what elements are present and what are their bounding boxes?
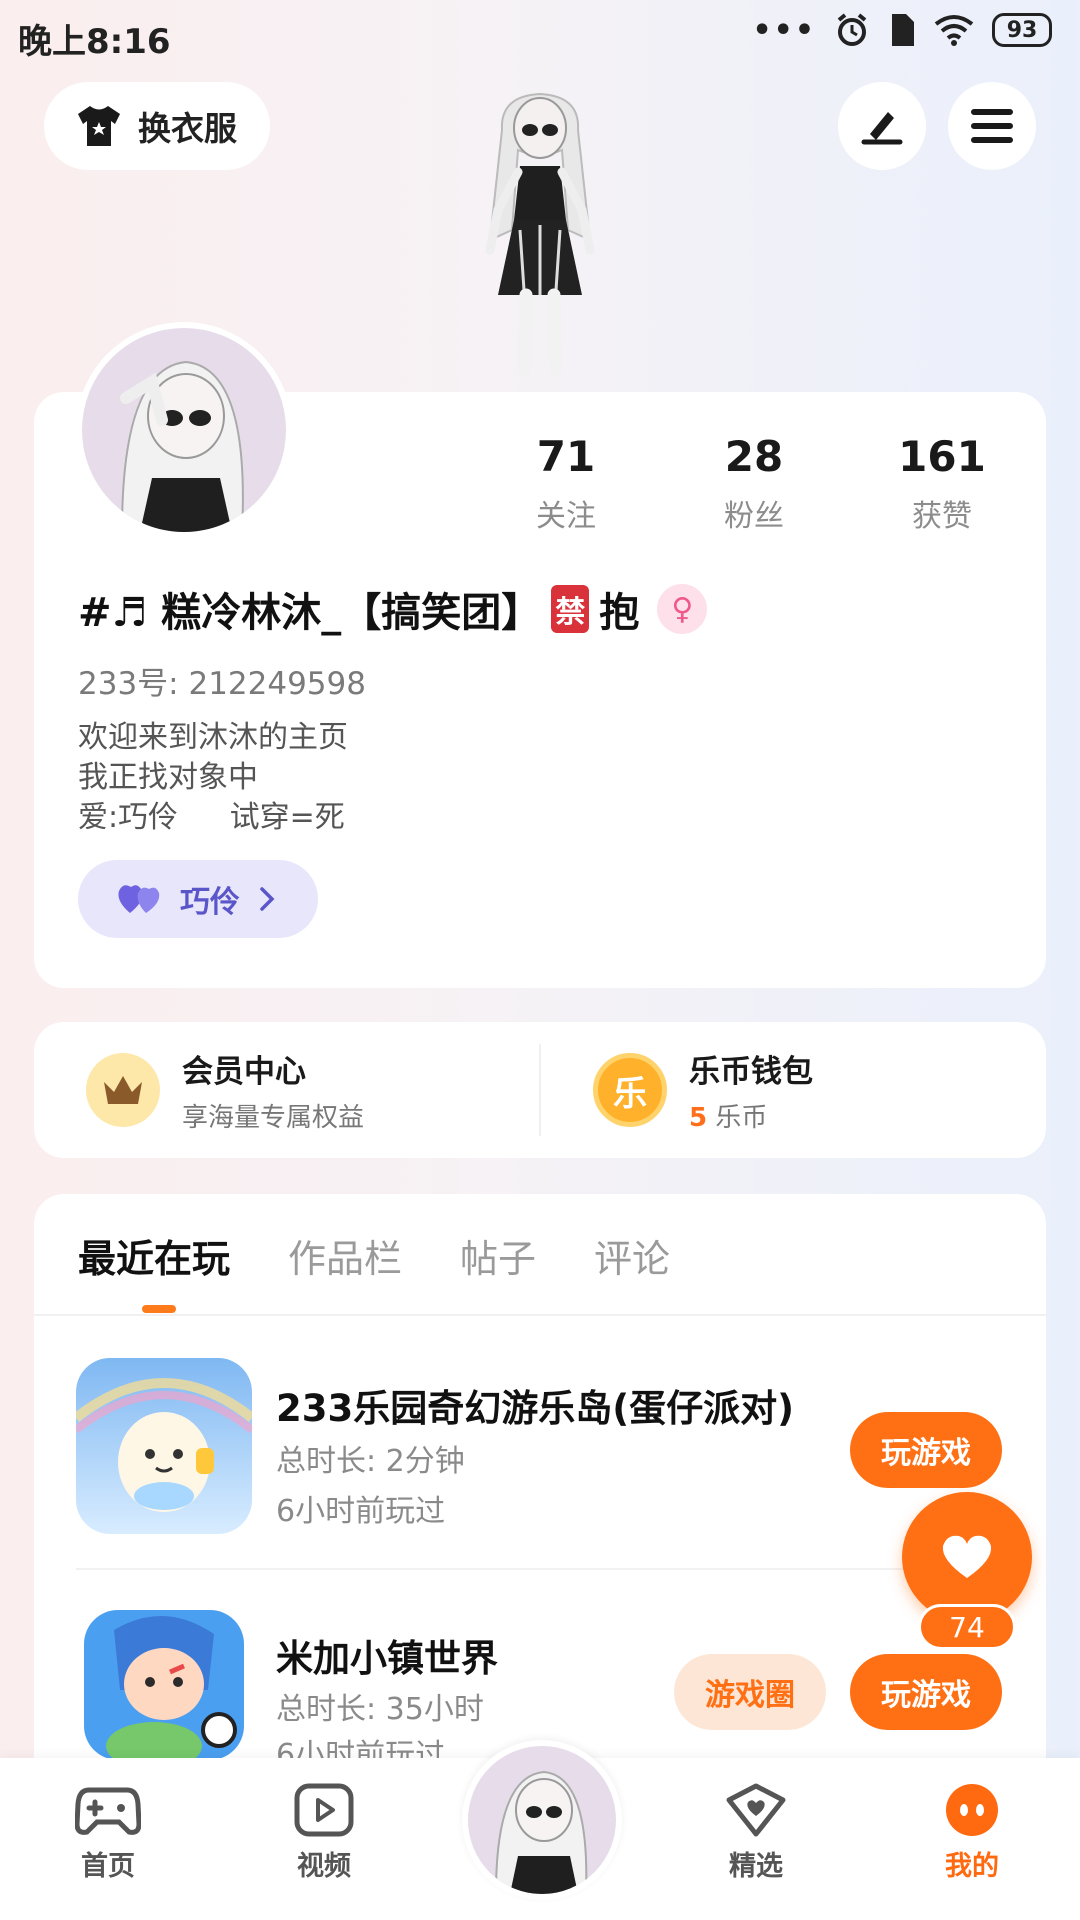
game-title[interactable]: 233乐园奇幻游乐岛(蛋仔派对)	[276, 1378, 794, 1432]
game-duration: 总时长: 35小时	[276, 1692, 484, 1727]
game-last-played: 6小时前玩过	[276, 1494, 446, 1529]
menu-icon	[971, 109, 1013, 143]
change-clothes-label: 换衣服	[138, 109, 237, 148]
female-gender-icon: ♀	[657, 584, 708, 634]
nav-mine[interactable]: 我的	[912, 1782, 1032, 1883]
nav-home[interactable]: 首页	[48, 1782, 168, 1883]
wifi-icon	[934, 15, 974, 46]
menu-button[interactable]	[948, 82, 1036, 170]
tab-comments[interactable]: 评论	[594, 1228, 670, 1283]
game-icon-eggy-party[interactable]	[76, 1358, 252, 1534]
avatar-figure[interactable]	[440, 90, 640, 390]
stat-label: 获赞	[912, 499, 972, 534]
play-game-button[interactable]: 玩游戏	[850, 1654, 1002, 1730]
divider	[76, 1568, 906, 1570]
wallet-title: 乐币钱包	[689, 1054, 813, 1090]
username: #♬ 糕冷林沐_【搞笑团】 禁 抱 ♀	[78, 580, 708, 638]
nav-video[interactable]: 视频	[264, 1782, 384, 1883]
vip-center-entry[interactable]: 会员中心 享海量专属权益	[34, 1022, 539, 1158]
game-duration: 总时长: 2分钟	[276, 1444, 465, 1479]
user-id[interactable]: 233号: 212249598	[78, 658, 366, 703]
nav-featured[interactable]: 精选	[696, 1782, 816, 1883]
username-prefix: #♬ 糕冷林沐_【搞笑团】	[78, 590, 542, 636]
wallet-entry[interactable]: 乐 乐币钱包 5 乐币	[541, 1022, 1046, 1158]
game-icon-miga-town[interactable]	[84, 1610, 244, 1760]
more-dots-icon: •••	[752, 12, 816, 48]
status-time: 晚上8:16	[18, 22, 171, 62]
stat-label: 关注	[536, 499, 596, 534]
tab-indicator	[142, 1305, 176, 1313]
partner-button[interactable]: 巧伶	[78, 860, 318, 938]
chevron-right-icon	[260, 887, 275, 911]
wallet-unit: 乐币	[715, 1103, 768, 1133]
nav-label: 首页	[81, 1851, 135, 1882]
nav-center-avatar[interactable]	[462, 1740, 622, 1900]
video-icon	[294, 1783, 354, 1837]
nav-label: 我的	[945, 1851, 999, 1882]
profile-face-icon	[946, 1784, 998, 1836]
stat-value: 71	[536, 432, 596, 481]
avatar-portrait	[494, 1770, 588, 1894]
stat-value: 161	[898, 432, 986, 481]
status-icons: ••• 93	[752, 12, 1052, 48]
stat-following[interactable]: 71 关注	[496, 432, 636, 535]
heart-shield-icon	[726, 1783, 786, 1837]
ban-emoji-badge: 禁	[551, 585, 590, 633]
wallet-amount: 5	[689, 1103, 708, 1133]
stat-fans[interactable]: 28 粉丝	[684, 432, 824, 535]
change-clothes-button[interactable]: 换衣服	[44, 82, 270, 170]
tab-works[interactable]: 作品栏	[288, 1228, 402, 1283]
divider	[34, 1314, 1046, 1316]
bio-line: 爱:巧伶 试穿=死	[78, 798, 348, 838]
wallet-balance: 5 乐币	[689, 1097, 813, 1134]
bio-line: 我正找对象中	[78, 760, 258, 795]
partner-name: 巧伶	[180, 885, 240, 920]
profile-avatar[interactable]	[76, 322, 292, 538]
heart-icon	[942, 1535, 992, 1578]
member-strip: 会员中心 享海量专属权益 乐 乐币钱包 5 乐币	[34, 1022, 1046, 1158]
stat-value: 28	[724, 432, 784, 481]
le-coin-icon: 乐	[593, 1053, 667, 1127]
game-title[interactable]: 米加小镇世界	[276, 1628, 498, 1682]
floating-like-button[interactable]	[902, 1492, 1032, 1622]
vip-subtitle: 享海量专属权益	[182, 1103, 365, 1133]
gamepad-icon	[75, 1787, 141, 1835]
tab-posts[interactable]: 帖子	[460, 1228, 536, 1283]
double-heart-icon	[118, 885, 160, 913]
bio: 欢迎来到沐沐的主页 我正找对象中 爱:巧伶 试穿=死	[78, 718, 348, 838]
stat-label: 粉丝	[724, 499, 784, 534]
like-count: 74	[918, 1604, 1016, 1650]
bio-tryon: 试穿=死	[229, 800, 345, 835]
play-game-button[interactable]: 玩游戏	[850, 1412, 1002, 1488]
edit-pen-icon	[861, 112, 903, 145]
vip-title: 会员中心	[182, 1054, 306, 1090]
edit-button[interactable]	[838, 82, 926, 170]
bio-line: 欢迎来到沐沐的主页	[78, 720, 348, 755]
game-circle-button[interactable]: 游戏圈	[674, 1654, 826, 1730]
username-suffix: 抱	[599, 590, 640, 636]
tab-recent-play[interactable]: 最近在玩	[78, 1228, 230, 1283]
nav-label: 精选	[729, 1851, 783, 1882]
profile-tabs: 最近在玩 作品栏 帖子 评论	[78, 1228, 670, 1283]
crown-icon	[86, 1053, 160, 1127]
avatar-portrait	[120, 360, 244, 532]
bio-love: 爱:巧伶	[78, 800, 179, 835]
sim-icon	[892, 14, 914, 46]
nav-label: 视频	[297, 1851, 351, 1882]
stat-likes[interactable]: 161 获赞	[872, 432, 1012, 535]
alarm-icon	[837, 13, 867, 46]
battery-indicator: 93	[992, 13, 1052, 47]
shirt-icon	[78, 106, 120, 146]
